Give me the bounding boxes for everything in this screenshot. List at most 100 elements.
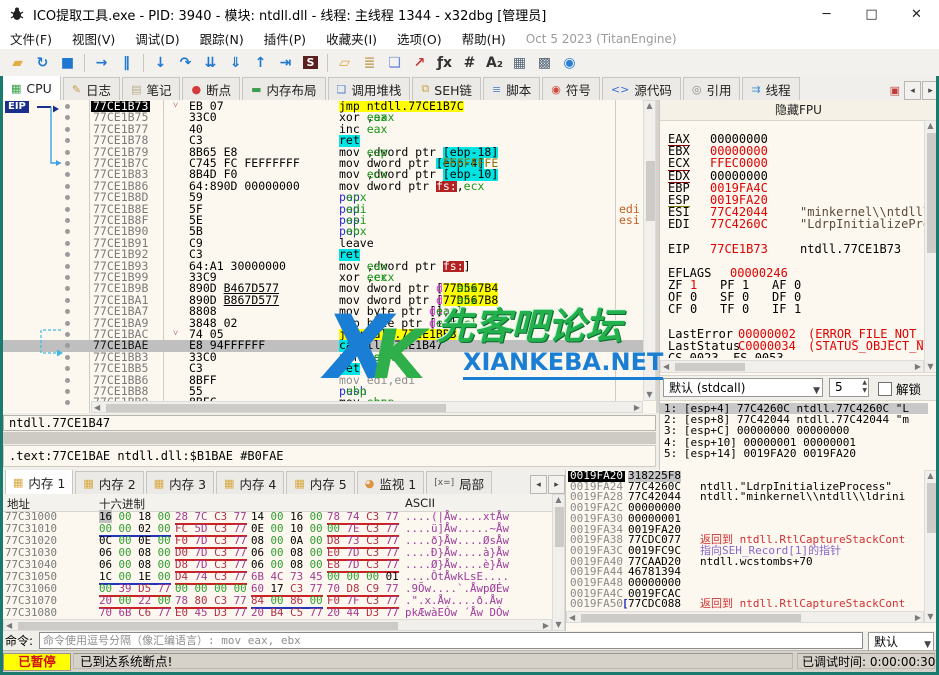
flags-row[interactable]: CF0TF0IF1 xyxy=(660,303,924,315)
register-name: LastStatus xyxy=(668,340,740,352)
disasm-vscrollbar[interactable]: ▲ ▼ xyxy=(643,100,656,401)
dump-tab-内存 1[interactable]: ▦内存 1 xyxy=(5,470,73,494)
tab-脚本[interactable]: ≡脚本 xyxy=(483,77,540,100)
keypad-icon: ▦ xyxy=(513,55,526,71)
restart-button[interactable]: ↻ xyxy=(30,52,55,74)
menu-item-4[interactable]: 插件(P) xyxy=(254,29,316,48)
menu-item-7[interactable]: 帮助(H) xyxy=(452,29,516,48)
calculator-button[interactable]: ▩ xyxy=(532,52,557,74)
tab-符号[interactable]: ◉符号 xyxy=(542,77,600,100)
stack-hscrollbar[interactable]: ◀ ▶ xyxy=(566,611,924,623)
register-row-EBP[interactable]: EBP0019FA4C xyxy=(660,182,924,194)
register-row-EBX[interactable]: EBX00000000 xyxy=(660,145,924,157)
stack-row[interactable]: 0019FA50[77CDC088返回到 ntdll.RtlCaptureSta… xyxy=(566,599,924,610)
command-bar: 命令: 默认▼ xyxy=(0,631,939,650)
argument-row[interactable]: 5: [esp+14] 0019FA20 0019FA20 xyxy=(660,448,928,459)
open-file-button[interactable]: ▰ xyxy=(5,52,30,74)
keypad-button[interactable]: ▦ xyxy=(507,52,532,74)
dump-tab-内存 2[interactable]: ▦内存 2 xyxy=(75,471,143,494)
dump-byte: D3 xyxy=(214,606,227,619)
maximize-button[interactable]: □ xyxy=(849,1,894,28)
tab-线程[interactable]: ⇉线程 xyxy=(742,77,799,100)
menu-item-1[interactable]: 视图(V) xyxy=(62,29,125,48)
registers-hscrollbar[interactable]: ◀ ▶ xyxy=(660,360,924,373)
register-row-ECX[interactable]: ECXFFEC0000 xyxy=(660,157,924,169)
run-to-user-code-button[interactable]: ⇥ xyxy=(273,52,298,74)
animate-over-icon: ⇓ xyxy=(230,55,242,71)
tab-SEH链[interactable]: ⧉SEH链 xyxy=(412,77,481,100)
assemble-az-button[interactable]: A₂ xyxy=(482,52,507,74)
dump-tab-局部[interactable]: [x=]局部 xyxy=(426,471,492,494)
globe-button[interactable]: ◉ xyxy=(557,52,582,74)
disasm-hscrollbar[interactable]: ◀ ▶ xyxy=(91,401,643,413)
tab-引用[interactable]: ◎引用 xyxy=(683,77,741,100)
tab-笔记[interactable]: ▤笔记 xyxy=(122,77,180,100)
menu-item-0[interactable]: 文件(F) xyxy=(0,29,62,48)
stop-button[interactable]: ■ xyxy=(55,52,80,74)
register-row-EIP[interactable]: EIP77CE1B73ntdll.77CE1B73 xyxy=(660,243,924,255)
menu-item-5[interactable]: 收藏夹(I) xyxy=(316,29,387,48)
animate-into-icon: ⇊ xyxy=(205,55,217,71)
tab-调用堆栈[interactable]: ❏调用堆栈 xyxy=(328,77,411,100)
hash-button[interactable]: # xyxy=(457,52,482,74)
convention-select[interactable]: 默认 (stdcall)▼ xyxy=(663,378,823,397)
register-row-segments[interactable]: CS 0023 FS 0053 xyxy=(660,352,924,358)
step-over-button[interactable]: ↷ xyxy=(173,52,198,74)
tab-源代码[interactable]: <>源代码 xyxy=(602,77,681,100)
dump-tab-监视 1[interactable]: ◕监视 1 xyxy=(357,471,425,494)
pause-button[interactable]: ‖ xyxy=(114,52,139,74)
unlock-checkbox[interactable]: 解锁 xyxy=(878,379,921,398)
menu-item-6[interactable]: 选项(O) xyxy=(387,29,452,48)
annotation-button[interactable]: ❏ xyxy=(382,52,407,74)
dump-ascii: pkÆwàEÓw ´Åw DÓw xyxy=(405,607,509,619)
registers-pane[interactable]: 隐藏FPU EAX00000000EBX00000000ECXFFEC0000E… xyxy=(659,100,937,470)
functions-button[interactable]: ƒx xyxy=(432,52,457,74)
register-row-EDI[interactable]: EDI77C4260C"LdrpInitializePro xyxy=(660,218,924,230)
register-row-LastStatus[interactable]: LastStatusC0000034(STATUS_OBJECT_NA xyxy=(660,340,924,352)
patch-button[interactable]: ▱ xyxy=(332,52,357,74)
register-row-LastError[interactable]: LastError00000002(ERROR_FILE_NOT_F xyxy=(660,328,924,340)
source-icon: <> xyxy=(611,83,629,96)
dump-tab-内存 3[interactable]: ▦内存 3 xyxy=(146,471,214,494)
favorites-button[interactable]: ≣ xyxy=(357,52,382,74)
call-arguments-pane[interactable]: 1: [esp+4] 77C4260C ntdll.77C4260C "L2: … xyxy=(660,400,937,470)
command-input[interactable] xyxy=(39,632,863,649)
tab-断点[interactable]: ●断点 xyxy=(182,77,240,100)
step-out-button[interactable]: ↑ xyxy=(248,52,273,74)
close-button[interactable]: ✕ xyxy=(894,1,939,28)
register-row-EFLAGS[interactable]: EFLAGS00000246 xyxy=(660,267,924,279)
trace-button[interactable]: ↗ xyxy=(407,52,432,74)
disassembly-pane[interactable]: EIP 77CE1B73˅EB 07jmp ntdll.77CE1B7C77CE… xyxy=(3,100,659,413)
dump-tab-scroll-left-button[interactable]: ◂ xyxy=(530,475,547,494)
tab-日志[interactable]: ✎日志 xyxy=(63,77,120,100)
tab-label: 引用 xyxy=(706,80,731,99)
run-button[interactable]: → xyxy=(89,52,114,74)
command-preset-select[interactable]: 默认▼ xyxy=(868,632,934,651)
dump-tab-内存 4[interactable]: ▦内存 4 xyxy=(216,471,284,494)
register-row-EDX[interactable]: EDX00000000 xyxy=(660,170,924,182)
info-line-jump-target: ntdll.77CE1B47 xyxy=(3,415,656,431)
register-row-EAX[interactable]: EAX00000000 xyxy=(660,133,924,145)
stop-animation-button[interactable]: S xyxy=(298,52,323,74)
hide-fpu-button[interactable]: 隐藏FPU xyxy=(660,100,937,121)
memory-icon: ▦ xyxy=(224,477,234,490)
stack-pane[interactable]: 0019FA20318225F80019FA2477C4260Cntdll."L… xyxy=(565,470,937,631)
dump-hscrollbar[interactable]: ◀ ▶ xyxy=(3,619,552,631)
dump-tab-scroll-right-button[interactable]: ▸ xyxy=(548,475,565,494)
dump-pane[interactable]: ▦内存 1▦内存 2▦内存 3▦内存 4▦内存 5◕监视 1[x=]局部◂▸ 地… xyxy=(3,470,565,631)
arg-count-stepper[interactable]: 5▲▼ xyxy=(829,378,869,397)
animate-over-button[interactable]: ⇓ xyxy=(223,52,248,74)
argument-row[interactable]: 3: [esp+C] 00000000 00000000 xyxy=(660,425,928,436)
flags-row[interactable]: OF0SF0DF0 xyxy=(660,291,924,303)
dump-tab-内存 5[interactable]: ▦内存 5 xyxy=(286,471,354,494)
flags-row[interactable]: ZF1PF1AF0 xyxy=(660,279,924,291)
tab-内存布局[interactable]: ▬内存布局 xyxy=(242,77,325,100)
dump-vscrollbar[interactable]: ▲ ▼ xyxy=(552,494,565,631)
tab-CPU[interactable]: ▦CPU xyxy=(2,76,61,100)
menu-item-3[interactable]: 跟踪(N) xyxy=(190,29,254,48)
tab-scroll-left-button[interactable]: ◂ xyxy=(904,81,921,100)
menu-item-2[interactable]: 调试(D) xyxy=(125,29,189,48)
step-into-button[interactable]: ↓ xyxy=(148,52,173,74)
minimize-button[interactable]: ─ xyxy=(804,1,849,28)
animate-into-button[interactable]: ⇊ xyxy=(198,52,223,74)
